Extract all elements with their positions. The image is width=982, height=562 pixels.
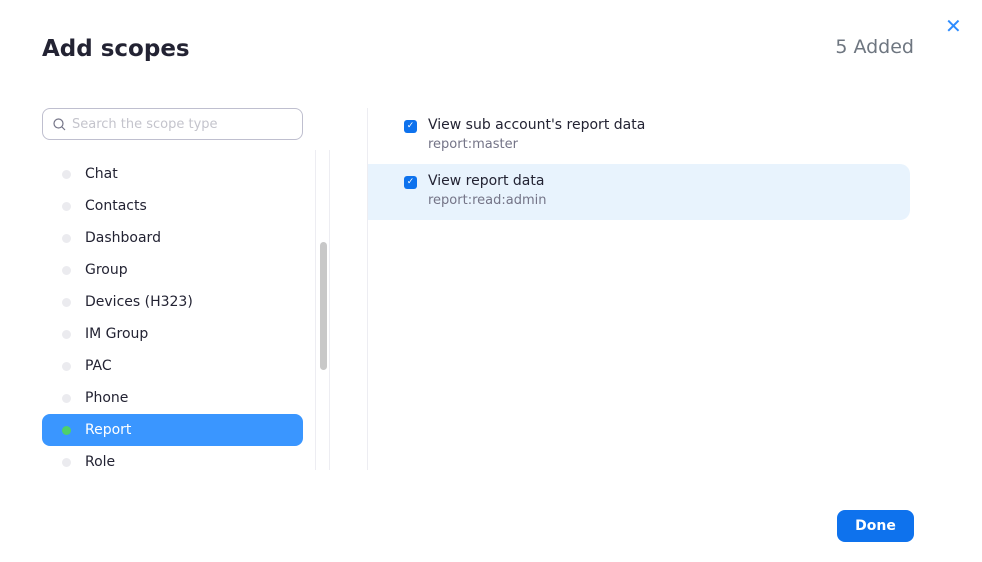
- search-input[interactable]: [72, 116, 282, 132]
- search-icon: [53, 117, 66, 130]
- scope-code: report:master: [428, 137, 518, 152]
- dialog-title: Add scopes: [42, 36, 190, 62]
- category-item-dashboard[interactable]: Dashboard: [42, 222, 303, 254]
- category-list: Chat Contacts Dashboard Group Devices (H323)…: [42, 150, 303, 470]
- category-item-contacts[interactable]: Contacts: [42, 190, 303, 222]
- category-label: Chat: [85, 166, 118, 182]
- status-dot-icon: [62, 233, 71, 243]
- status-dot-icon: [62, 457, 71, 467]
- category-item-pac[interactable]: PAC: [42, 350, 303, 382]
- category-label: Role: [85, 454, 116, 470]
- category-label: Devices (H323): [85, 294, 193, 310]
- status-dot-icon: [62, 297, 71, 307]
- category-label: Phone: [85, 390, 129, 406]
- scope-name: View report data: [428, 173, 545, 189]
- status-dot-icon: [62, 425, 71, 435]
- scope-code: report:read:admin: [428, 193, 547, 208]
- scrollbar-thumb[interactable]: [320, 242, 327, 370]
- category-label: Contacts: [85, 198, 147, 214]
- added-count: 5 Added: [835, 36, 914, 58]
- category-label: IM Group: [85, 326, 149, 342]
- category-item-devices-h323[interactable]: Devices (H323): [42, 286, 303, 318]
- close-icon[interactable]: ✕: [945, 14, 962, 38]
- category-item-report[interactable]: Report: [42, 414, 303, 446]
- scope-name: View sub account's report data: [428, 117, 646, 133]
- scrollbar[interactable]: [315, 150, 330, 470]
- category-item-group[interactable]: Group: [42, 254, 303, 286]
- status-dot-icon: [62, 361, 71, 371]
- status-dot-icon: [62, 201, 71, 211]
- checkbox-checked[interactable]: ✓: [404, 176, 417, 189]
- search-box[interactable]: [42, 108, 303, 140]
- scope-item[interactable]: ✓ View sub account's report data report:…: [368, 108, 910, 164]
- category-item-chat[interactable]: Chat: [42, 158, 303, 190]
- status-dot-icon: [62, 265, 71, 275]
- done-button[interactable]: Done: [837, 510, 914, 542]
- category-label: Dashboard: [85, 230, 161, 246]
- category-label: Group: [85, 262, 128, 278]
- checkbox-checked[interactable]: ✓: [404, 120, 417, 133]
- category-item-phone[interactable]: Phone: [42, 382, 303, 414]
- category-item-im-group[interactable]: IM Group: [42, 318, 303, 350]
- scope-item[interactable]: ✓ View report data report:read:admin: [368, 164, 910, 220]
- status-dot-icon: [62, 329, 71, 339]
- category-label: Report: [85, 422, 132, 438]
- category-label: PAC: [85, 358, 112, 374]
- category-item-role[interactable]: Role: [42, 446, 303, 470]
- status-dot-icon: [62, 393, 71, 403]
- status-dot-icon: [62, 169, 71, 179]
